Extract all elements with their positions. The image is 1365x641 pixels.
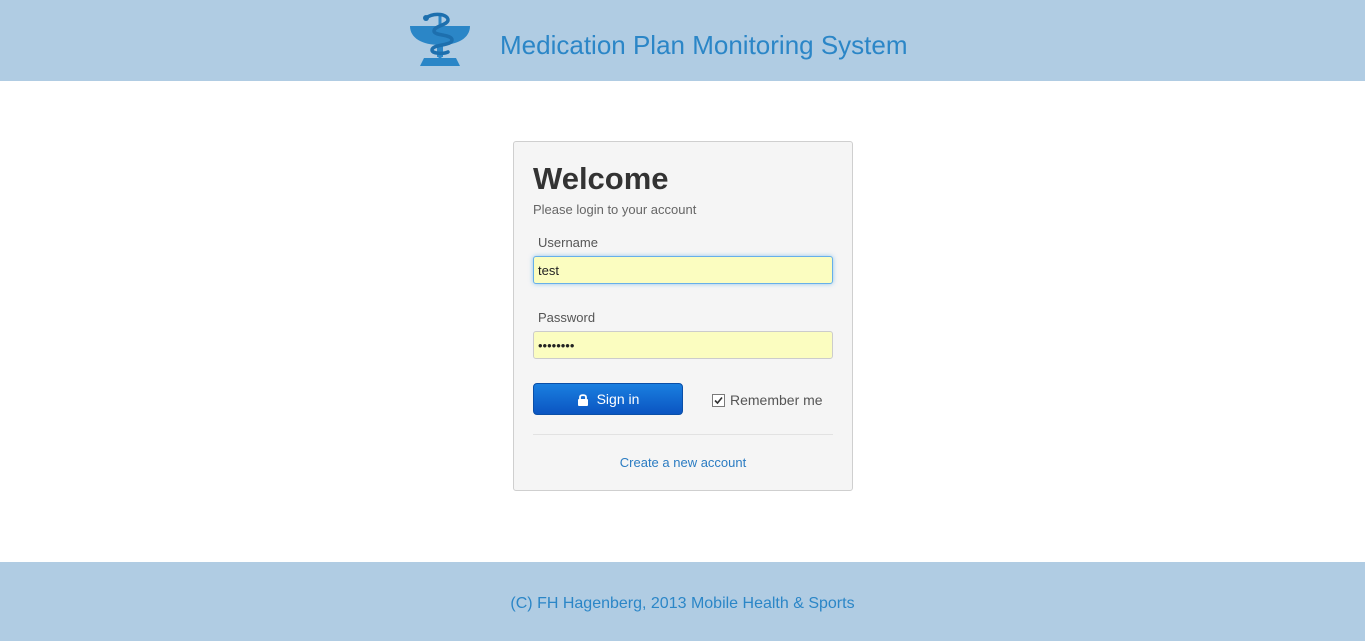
login-panel: Welcome Please login to your account Use… xyxy=(513,141,853,491)
username-label: Username xyxy=(538,235,598,250)
checkmark-icon xyxy=(714,396,723,404)
lock-icon xyxy=(577,393,588,406)
sign-in-label: Sign in xyxy=(596,391,640,407)
app-title: Medication Plan Monitoring System xyxy=(500,30,908,60)
footer-copyright: (C) FH Hagenberg, 2013 Mobile Health & S… xyxy=(510,595,855,612)
create-account-link[interactable]: Create a new account xyxy=(514,455,852,471)
remember-me-label: Remember me xyxy=(730,392,823,408)
password-label: Password xyxy=(538,310,596,325)
remember-me[interactable]: Remember me xyxy=(712,392,823,408)
sign-in-button[interactable]: Sign in xyxy=(533,383,683,415)
welcome-heading: Welcome xyxy=(533,161,669,196)
footer-banner: (C) FH Hagenberg, 2013 Mobile Health & S… xyxy=(0,562,1365,641)
header-banner: Medication Plan Monitoring System xyxy=(0,0,1365,81)
username-input[interactable] xyxy=(533,256,833,284)
divider xyxy=(533,434,833,435)
remember-me-checkbox[interactable] xyxy=(712,393,725,407)
password-input[interactable] xyxy=(533,331,833,359)
caduceus-bowl-icon xyxy=(410,12,470,66)
login-subtitle: Please login to your account xyxy=(533,202,697,217)
